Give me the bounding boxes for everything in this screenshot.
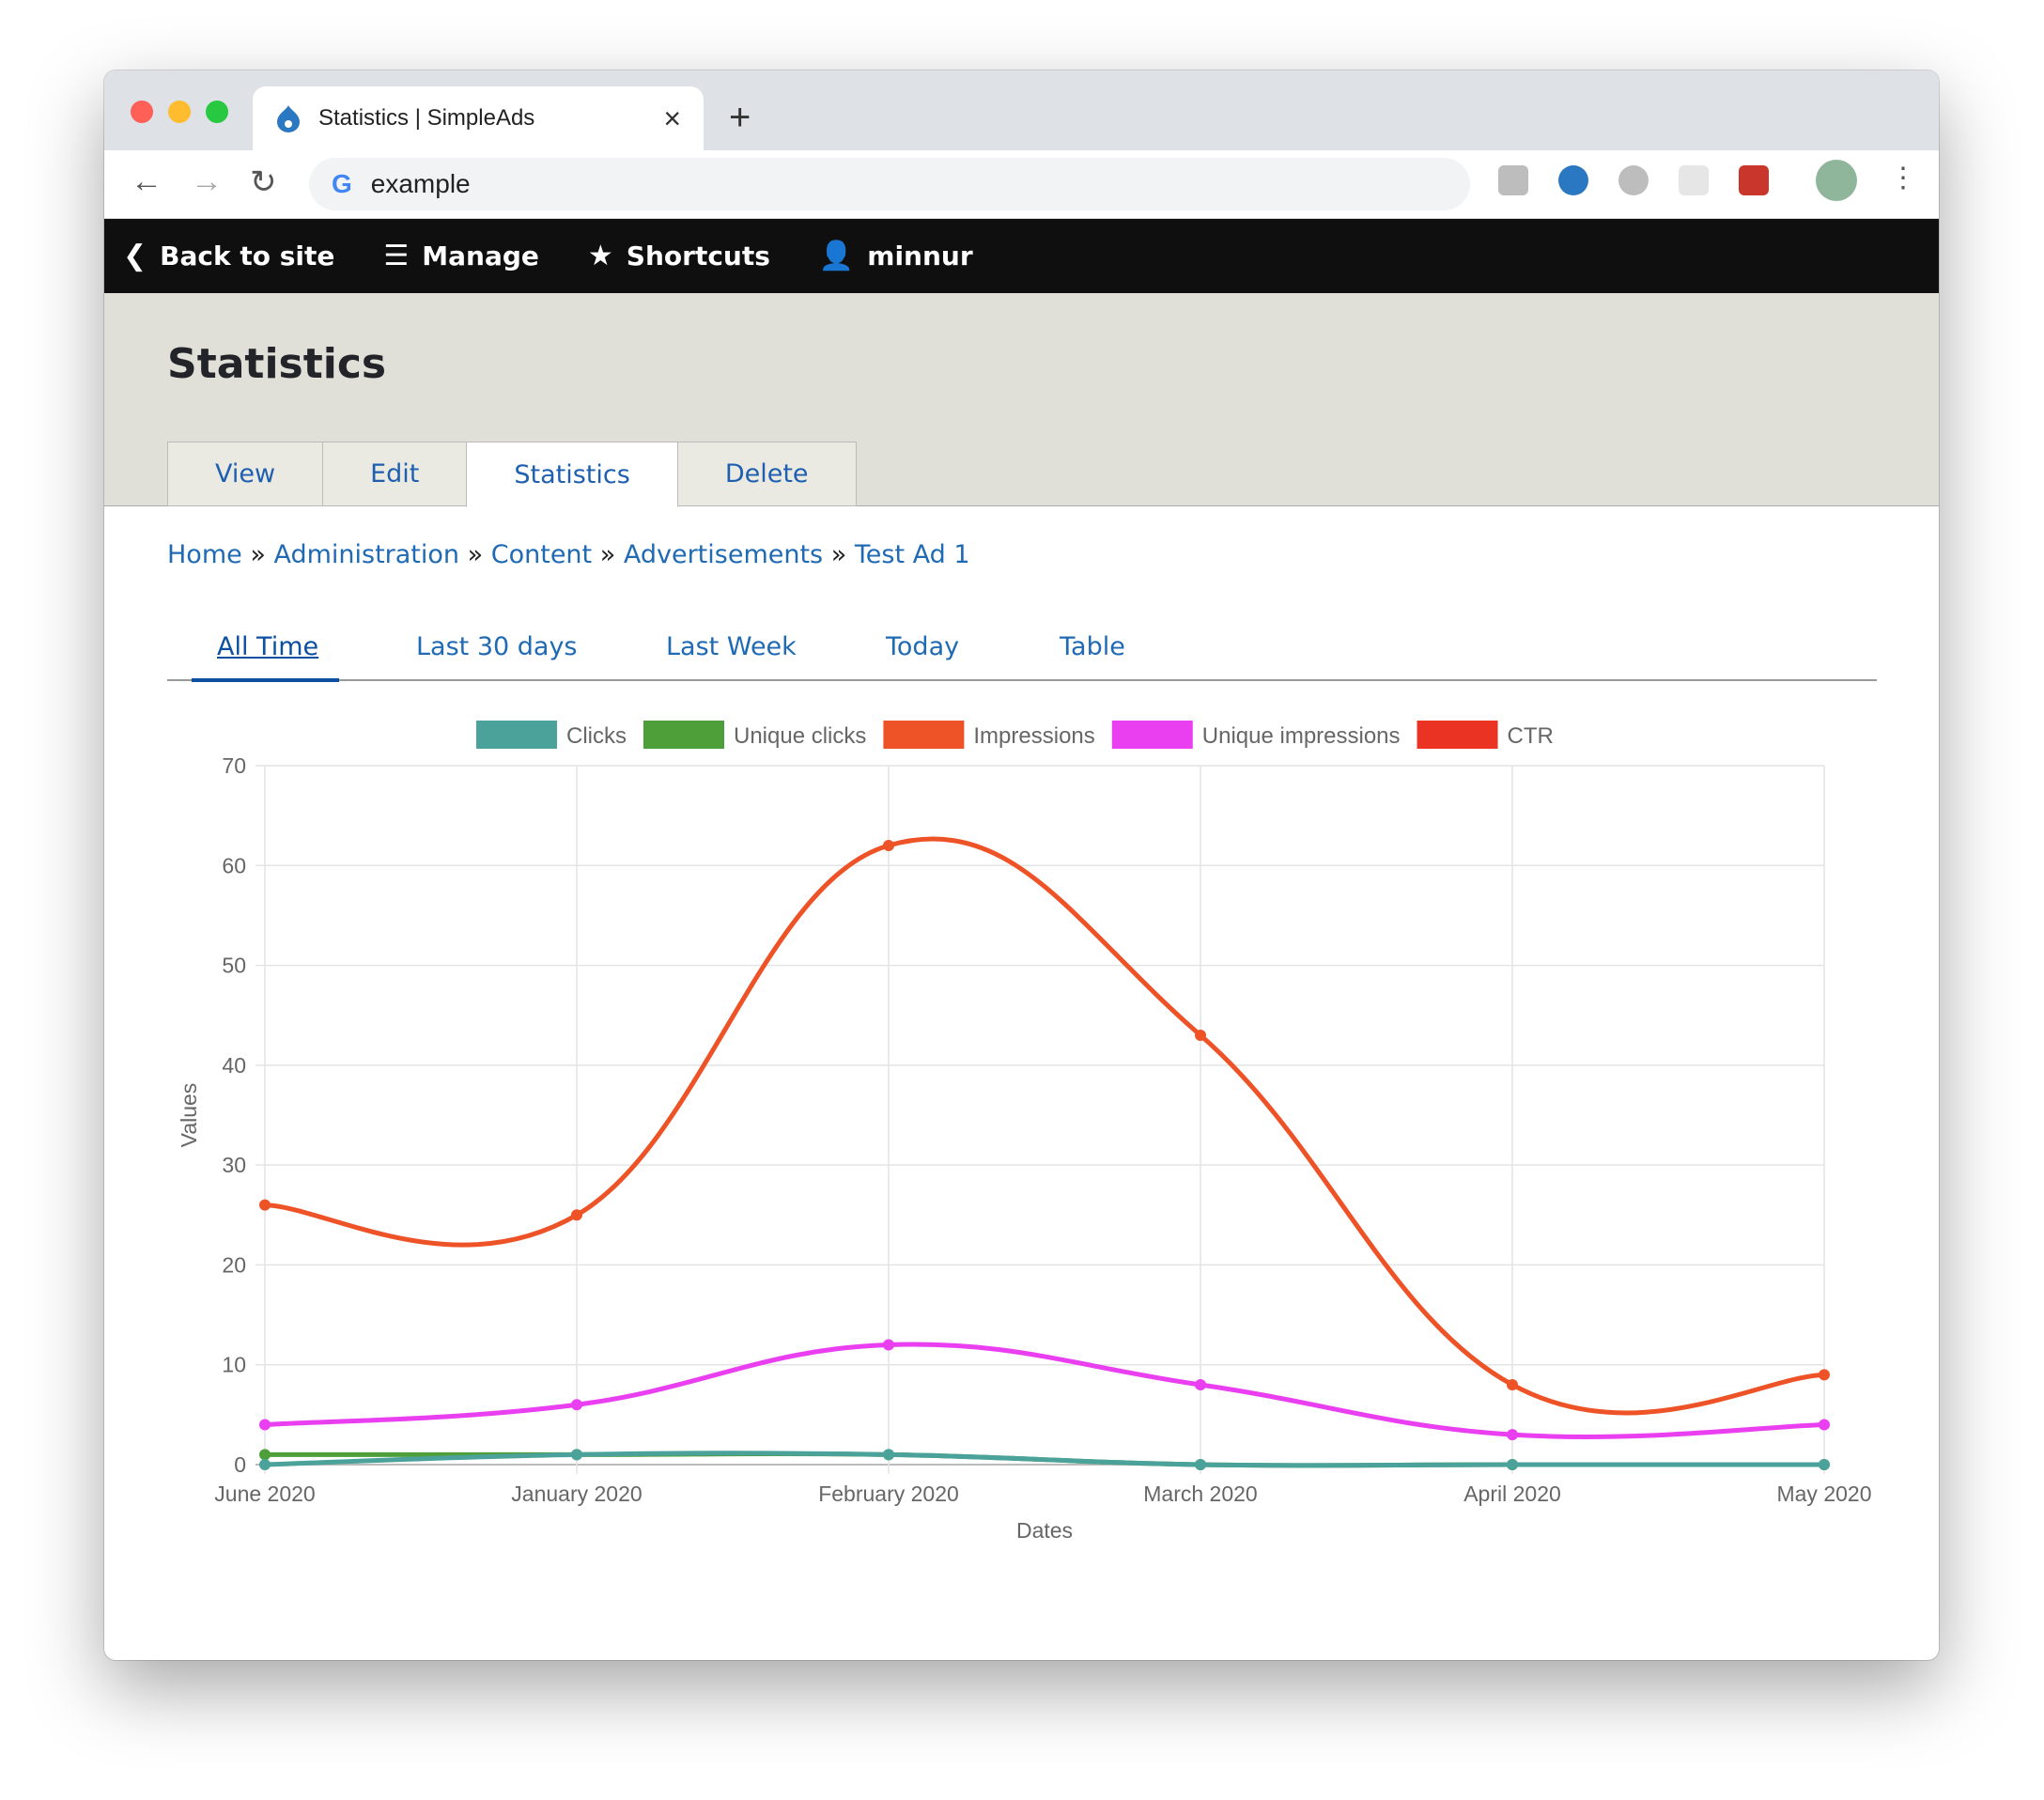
data-point [1819, 1419, 1830, 1431]
y-axis-title: Values [177, 1083, 201, 1148]
data-point [259, 1199, 271, 1211]
x-tick-label: April 2020 [1463, 1482, 1561, 1506]
y-tick-label: 0 [234, 1452, 246, 1477]
y-tick-label: 70 [222, 753, 246, 778]
data-point [1195, 1029, 1206, 1041]
data-point [883, 1339, 894, 1351]
x-tick-label: May 2020 [1776, 1482, 1871, 1506]
legend-label: Impressions [973, 723, 1094, 749]
data-point [259, 1449, 271, 1461]
series-line-unique-impressions [264, 1342, 1825, 1439]
legend-label: CTR [1508, 723, 1554, 749]
data-point [883, 1449, 894, 1461]
y-tick-label: 40 [222, 1053, 246, 1078]
data-point [1819, 1459, 1830, 1470]
browser-window: Statistics | SimpleAds × + ← → ↻ Gexampl… [104, 70, 1939, 1660]
y-tick-label: 60 [222, 853, 246, 877]
data-point [1507, 1459, 1518, 1470]
series-line-impressions [264, 836, 1825, 1416]
legend-swatch [883, 721, 965, 749]
data-point [1195, 1459, 1206, 1470]
data-point [259, 1459, 271, 1470]
data-point [1819, 1369, 1830, 1381]
data-point [571, 1449, 582, 1461]
data-point [883, 840, 894, 852]
data-point [571, 1209, 582, 1221]
x-tick-label: June 2020 [214, 1482, 315, 1506]
statistics-chart: 0 10 20 30 40 50 60 70 June 2020 January 2020 Febr… [177, 721, 1872, 1543]
legend-label: Clicks [566, 723, 627, 749]
data-point [1507, 1429, 1518, 1441]
legend-swatch [1417, 721, 1498, 749]
y-tick-label: 50 [222, 954, 246, 978]
y-tick-label: 10 [222, 1353, 246, 1377]
series-line-clicks [264, 1451, 1824, 1468]
x-tick-label: February 2020 [818, 1482, 959, 1506]
x-tick-label: March 2020 [1143, 1482, 1257, 1506]
data-point [1195, 1378, 1206, 1390]
x-tick-label: January 2020 [511, 1482, 642, 1506]
x-axis-title: Dates [1016, 1518, 1073, 1543]
legend-swatch [643, 721, 724, 749]
y-tick-label: 30 [222, 1153, 246, 1177]
data-point [259, 1419, 271, 1431]
legend-label: Unique clicks [734, 723, 866, 749]
y-tick-label: 20 [222, 1252, 246, 1277]
legend-label: Unique impressions [1202, 723, 1401, 749]
legend-swatch [476, 721, 557, 749]
data-point [1507, 1378, 1518, 1390]
legend-swatch [1111, 721, 1193, 749]
data-point [571, 1399, 582, 1411]
